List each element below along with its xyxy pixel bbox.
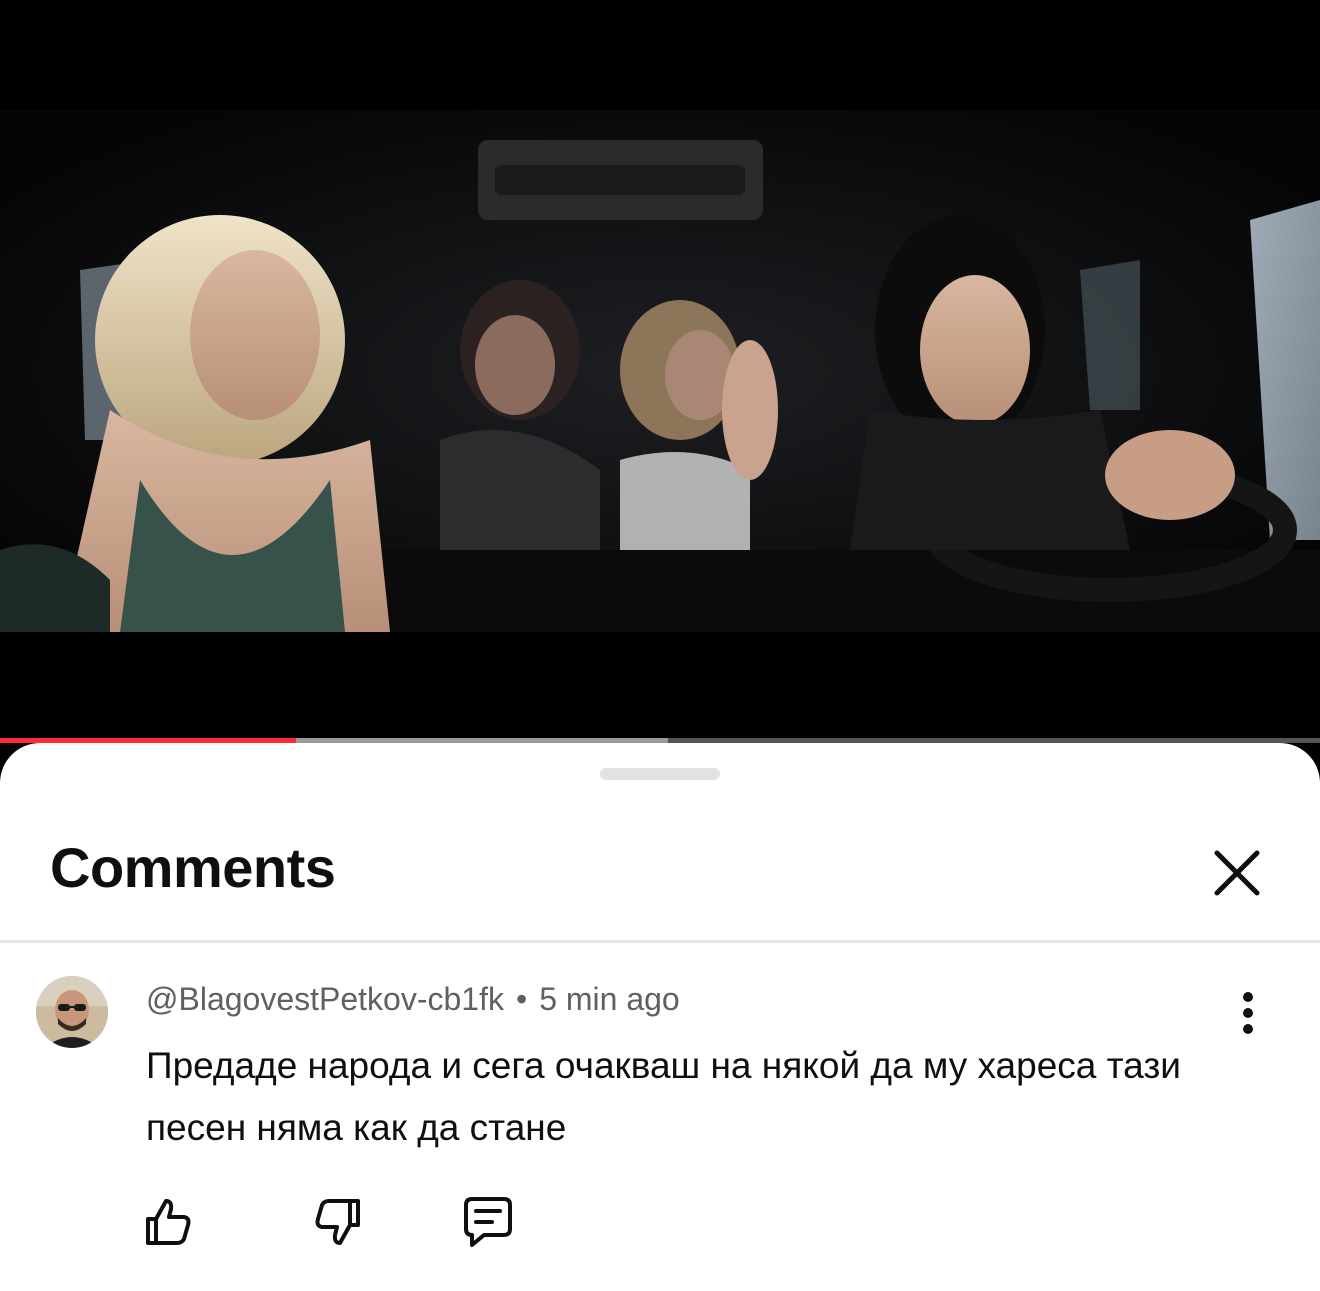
drag-handle[interactable] bbox=[600, 768, 720, 780]
dislike-button[interactable] bbox=[310, 1195, 366, 1251]
dislike-icon bbox=[315, 1199, 360, 1245]
comment-time: 5 min ago bbox=[539, 981, 680, 1017]
video-frame[interactable] bbox=[0, 110, 1320, 632]
video-frame-image bbox=[0, 110, 1320, 632]
comment-text: Предаде народа и сега очакваш на някой д… bbox=[146, 1045, 1181, 1148]
close-button[interactable] bbox=[1205, 841, 1269, 905]
reply-icon bbox=[464, 1197, 512, 1247]
like-icon bbox=[146, 1199, 191, 1245]
comments-sheet: Comments @BlagovestPetkov-cb1fk • 5 min ag… bbox=[0, 743, 1320, 1291]
close-icon bbox=[1214, 850, 1260, 896]
avatar[interactable] bbox=[36, 976, 108, 1048]
video-player[interactable] bbox=[0, 0, 1320, 738]
meta-separator: • bbox=[515, 981, 528, 1017]
comment-menu-button[interactable] bbox=[1228, 991, 1268, 1035]
like-button[interactable] bbox=[140, 1193, 196, 1249]
comments-title: Comments bbox=[50, 836, 336, 899]
divider bbox=[0, 940, 1320, 943]
reply-button[interactable] bbox=[458, 1193, 514, 1249]
comment-author[interactable]: @BlagovestPetkov-cb1fk bbox=[146, 981, 504, 1017]
comment-meta: @BlagovestPetkov-cb1fk • 5 min ago bbox=[146, 981, 680, 1018]
avatar-image bbox=[36, 976, 108, 1048]
more-vertical-icon bbox=[1243, 992, 1253, 1034]
